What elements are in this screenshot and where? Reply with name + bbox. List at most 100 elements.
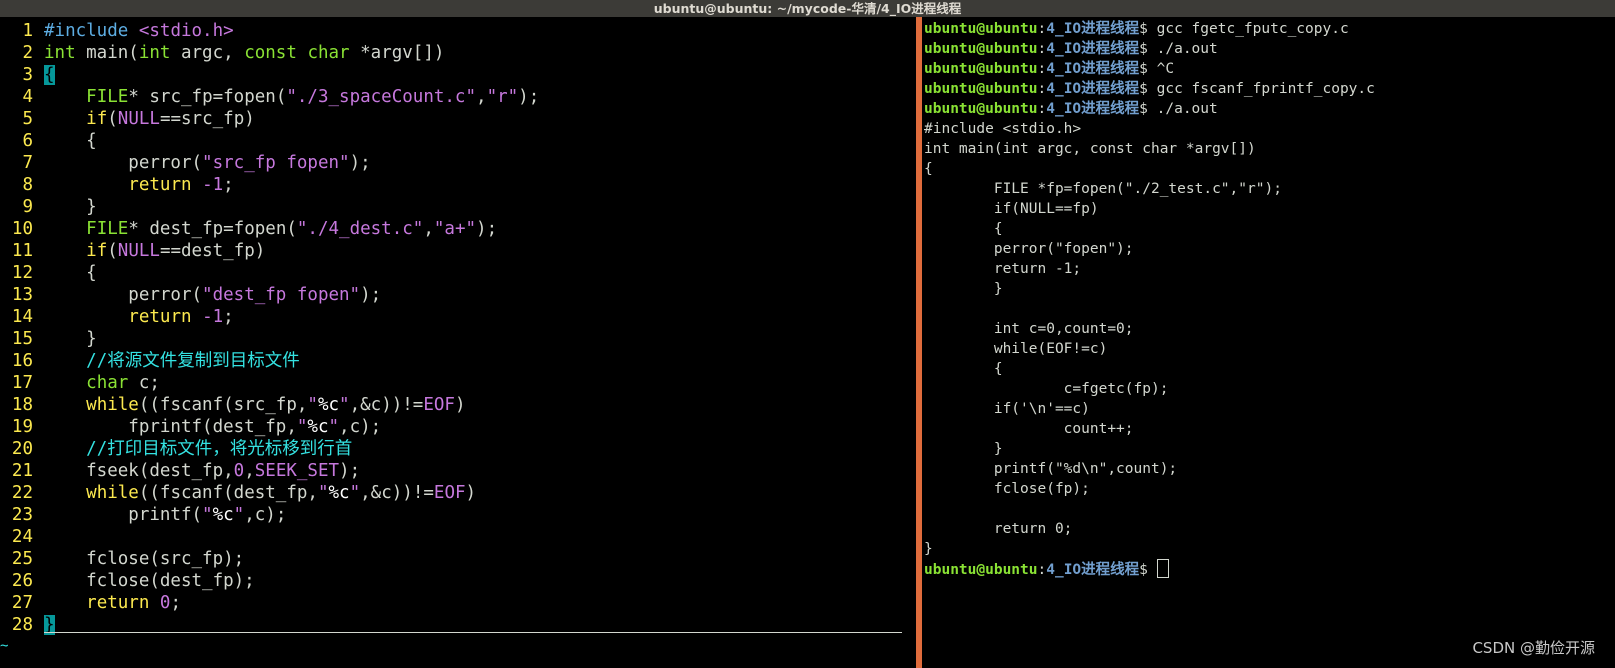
prompt-colon: : [1037, 41, 1047, 57]
code-line[interactable]: 3{ [0, 64, 916, 86]
terminal-output-line: int c=0,count=0; [924, 319, 1375, 339]
code-token: ); [476, 219, 498, 239]
code-token: ) [465, 483, 477, 503]
code-line[interactable]: 7 perror("src_fp fopen"); [0, 152, 916, 174]
code-line[interactable]: 12 { [0, 262, 916, 284]
code-line[interactable]: 20 //打印目标文件，将光标移到行首 [0, 438, 916, 460]
terminal-cursor[interactable] [1156, 559, 1169, 578]
code-line-text: perror("dest_fp fopen"); [44, 284, 381, 306]
vim-code-area[interactable]: 1 #include <stdio.h> 2 int main(int argc, c… [0, 20, 916, 636]
code-line[interactable]: 15 } [0, 328, 916, 350]
prompt-suffix: $ [1139, 101, 1157, 117]
line-number: 10 [11, 219, 33, 239]
terminal-pane[interactable]: ubuntu@ubuntu:4_IO进程线程$ gcc fgetc_fputc_… [922, 17, 1615, 668]
code-line[interactable]: 14 return -1; [0, 306, 916, 328]
code-line-text: return -1; [44, 306, 233, 328]
code-line[interactable]: 23 printf("%c",c); [0, 504, 916, 526]
prompt-path: 4_IO进程线程 [1046, 81, 1140, 97]
code-line[interactable]: 21 fseek(dest_fp,0,SEEK_SET); [0, 460, 916, 482]
code-token: " [328, 417, 340, 437]
terminal-text: return -1; [924, 261, 1082, 277]
code-line[interactable]: 17 char c; [0, 372, 916, 394]
code-token: %c [317, 395, 340, 415]
terminal-text: int c=0,count=0; [924, 321, 1134, 337]
code-token: ); [349, 153, 371, 173]
line-number: 24 [11, 527, 33, 547]
code-line[interactable]: 9 } [0, 196, 916, 218]
code-line[interactable]: 24 [0, 526, 916, 548]
terminal-text: #include <stdio.h> [924, 121, 1082, 137]
code-line[interactable]: 5 if(NULL==src_fp) [0, 108, 916, 130]
line-number: 22 [11, 483, 33, 503]
terminal-text: while(EOF!=c) [924, 341, 1108, 357]
code-token: int [138, 43, 171, 63]
code-line[interactable]: 19 fprintf(dest_fp,"%c",c); [0, 416, 916, 438]
code-line-text: char c; [44, 372, 160, 394]
terminal-text: FILE *fp=fopen("./2_test.c","r"); [924, 181, 1282, 197]
terminal-output-line: } [924, 539, 1375, 559]
code-token: ); [518, 87, 540, 107]
terminal-text: gcc fscanf_fprintf_copy.c [1156, 81, 1375, 97]
code-line-text: return -1; [44, 174, 233, 196]
code-token: "r" [486, 87, 519, 107]
code-line-text: //将源文件复制到目标文件 [44, 350, 300, 372]
code-line-text: return 0; [44, 592, 181, 614]
line-number: 17 [11, 373, 33, 393]
window-title-bar[interactable]: ubuntu@ubuntu: ~/mycode-华清/4_IO进程线程 [0, 0, 1615, 17]
code-line-text: } [44, 196, 97, 218]
code-token: perror( [44, 285, 203, 305]
code-token: -1 [202, 307, 224, 327]
code-token: ,c); [339, 417, 382, 437]
terminal-text: { [924, 361, 1003, 377]
code-line[interactable]: 22 while((fscanf(dest_fp,"%c",&c))!=EOF) [0, 482, 916, 504]
prompt-path: 4_IO进程线程 [1046, 41, 1140, 57]
code-token: c; [128, 373, 160, 393]
line-number: 20 [11, 439, 33, 459]
code-token: "./4_dest.c" [296, 219, 424, 239]
code-token: NULL [117, 241, 160, 261]
line-number: 11 [11, 241, 33, 261]
vim-end-rule [44, 632, 902, 633]
code-line[interactable]: 8 return -1; [0, 174, 916, 196]
line-number: 28 [11, 615, 33, 635]
code-token: while [86, 483, 139, 503]
prompt-suffix: $ [1139, 562, 1157, 578]
code-line[interactable]: 13 perror("dest_fp fopen"); [0, 284, 916, 306]
terminal-output-line: count++; [924, 419, 1375, 439]
code-line[interactable]: 1 #include <stdio.h> [0, 20, 916, 42]
code-line[interactable]: 18 while((fscanf(src_fp,"%c",&c))!=EOF) [0, 394, 916, 416]
prompt-suffix: $ [1139, 81, 1157, 97]
code-token: ((fscanf(dest_fp, [138, 483, 318, 503]
code-line[interactable]: 10 FILE* dest_fp=fopen("./4_dest.c","a+"… [0, 218, 916, 240]
code-token: //将源文件复制到目标文件 [86, 351, 300, 371]
code-token: %c [307, 417, 329, 437]
code-line[interactable]: 16 //将源文件复制到目标文件 [0, 350, 916, 372]
terminal-output[interactable]: ubuntu@ubuntu:4_IO进程线程$ gcc fgetc_fputc_… [924, 19, 1375, 579]
code-line[interactable]: 2 int main(int argc, const char *argv[]) [0, 42, 916, 64]
code-token: if [86, 109, 108, 129]
code-line[interactable]: 4 FILE* src_fp=fopen("./3_spaceCount.c",… [0, 86, 916, 108]
code-line[interactable]: 11 if(NULL==dest_fp) [0, 240, 916, 262]
terminal-output-line: int main(int argc, const char *argv[]) [924, 139, 1375, 159]
code-token: *argv[]) [349, 43, 445, 63]
code-token: " [317, 483, 329, 503]
code-token: ,&c))!= [360, 483, 434, 503]
terminal-output-line: FILE *fp=fopen("./2_test.c","r"); [924, 179, 1375, 199]
terminal-text: { [924, 221, 1003, 237]
code-line[interactable]: 27 return 0; [0, 592, 916, 614]
line-number: 21 [11, 461, 33, 481]
terminal-output-line: c=fgetc(fp); [924, 379, 1375, 399]
vim-editor-pane[interactable]: 1 #include <stdio.h> 2 int main(int argc, c… [0, 17, 916, 668]
line-number: 8 [22, 175, 33, 195]
code-token: ( [107, 241, 118, 261]
code-line[interactable]: 26 fclose(dest_fp); [0, 570, 916, 592]
code-token: -1 [202, 175, 224, 195]
code-line[interactable]: 6 { [0, 130, 916, 152]
code-line[interactable]: 25 fclose(src_fp); [0, 548, 916, 570]
